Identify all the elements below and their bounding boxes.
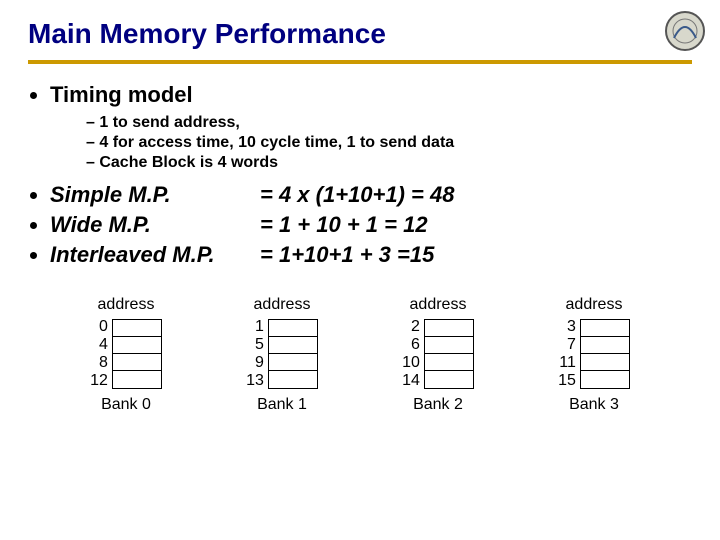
addr: 10 xyxy=(402,354,420,372)
calc-name: Wide M.P. xyxy=(50,212,260,238)
bank-header: address xyxy=(254,296,311,314)
timing-sub-item: 4 for access time, 10 cycle time, 1 to s… xyxy=(86,134,692,152)
bullet-list: Timing model 1 to send address, 4 for ac… xyxy=(50,82,692,268)
addr: 15 xyxy=(558,372,576,390)
bank: address 1 5 9 13 Bank 1 xyxy=(246,296,318,414)
calc-expr: = 1+10+1 + 3 =15 xyxy=(260,242,434,268)
calc-line: Interleaved M.P. = 1+10+1 + 3 =15 xyxy=(50,242,692,268)
addr: 9 xyxy=(255,354,264,372)
bank-addresses: 1 5 9 13 xyxy=(246,318,264,390)
banks-diagram: address 0 4 8 12 Bank 0 address 1 5 xyxy=(28,296,692,414)
title-rule xyxy=(28,60,692,64)
calc-name: Interleaved M.P. xyxy=(50,242,260,268)
bank-label: Bank 2 xyxy=(413,396,463,414)
bank-box xyxy=(580,319,630,389)
bank-label: Bank 1 xyxy=(257,396,307,414)
addr: 4 xyxy=(99,336,108,354)
addr: 1 xyxy=(255,318,264,336)
addr: 2 xyxy=(411,318,420,336)
timing-sublist: 1 to send address, 4 for access time, 10… xyxy=(86,114,692,172)
bank-box xyxy=(268,319,318,389)
bank-box xyxy=(424,319,474,389)
timing-sub-item: Cache Block is 4 words xyxy=(86,154,692,172)
addr: 8 xyxy=(99,354,108,372)
addr: 0 xyxy=(99,318,108,336)
addr: 12 xyxy=(90,372,108,390)
timing-sub-item: 1 to send address, xyxy=(86,114,692,132)
calc-line: Simple M.P. = 4 x (1+10+1) = 48 xyxy=(50,182,692,208)
addr: 11 xyxy=(559,354,576,372)
addr: 13 xyxy=(246,372,264,390)
bank-label: Bank 3 xyxy=(569,396,619,414)
seal-icon xyxy=(664,10,706,52)
slide: Main Memory Performance Timing model 1 t… xyxy=(0,0,720,414)
bank-box xyxy=(112,319,162,389)
bank-addresses: 0 4 8 12 xyxy=(90,318,108,390)
addr: 3 xyxy=(567,318,576,336)
calc-name: Simple M.P. xyxy=(50,182,260,208)
bank-header: address xyxy=(98,296,155,314)
bank-header: address xyxy=(566,296,623,314)
bank-addresses: 2 6 10 14 xyxy=(402,318,420,390)
timing-heading-text: Timing model xyxy=(50,82,193,107)
bank-header: address xyxy=(410,296,467,314)
bank: address 2 6 10 14 Bank 2 xyxy=(402,296,474,414)
bank-addresses: 3 7 11 15 xyxy=(558,318,576,390)
addr: 7 xyxy=(567,336,576,354)
timing-heading: Timing model 1 to send address, 4 for ac… xyxy=(50,82,692,172)
page-title: Main Memory Performance xyxy=(28,18,692,50)
addr: 5 xyxy=(255,336,264,354)
bank: address 3 7 11 15 Bank 3 xyxy=(558,296,630,414)
calc-line: Wide M.P. = 1 + 10 + 1 = 12 xyxy=(50,212,692,238)
calc-expr: = 1 + 10 + 1 = 12 xyxy=(260,212,428,238)
addr: 14 xyxy=(402,372,420,390)
calc-expr: = 4 x (1+10+1) = 48 xyxy=(260,182,455,208)
bank: address 0 4 8 12 Bank 0 xyxy=(90,296,162,414)
bank-label: Bank 0 xyxy=(101,396,151,414)
addr: 6 xyxy=(411,336,420,354)
